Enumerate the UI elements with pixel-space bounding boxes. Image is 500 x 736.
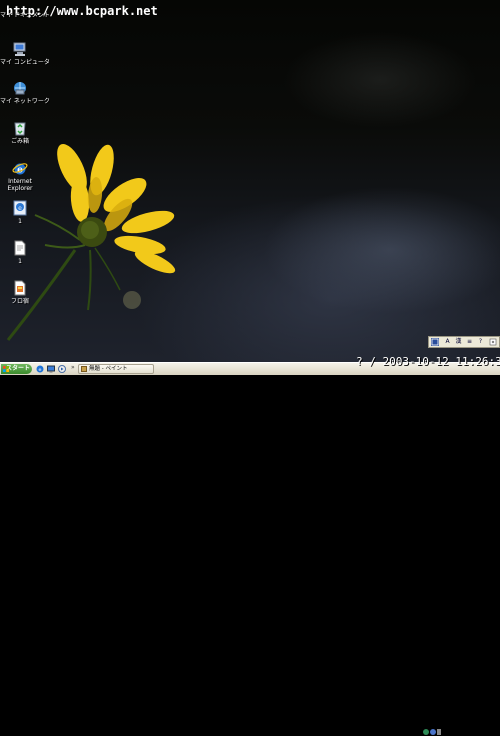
- taskbar-button-paint[interactable]: 無題 - ペイント: [78, 364, 154, 374]
- desktop-icon-recycle-bin[interactable]: ごみ箱: [0, 120, 40, 145]
- folder-file-icon: [12, 280, 28, 296]
- start-button[interactable]: スタート: [1, 364, 32, 374]
- desktop-icon-internet-explorer[interactable]: e Internet Explorer: [0, 160, 40, 192]
- recycle-bin-icon: [12, 120, 28, 136]
- desktop-icon-furo[interactable]: フロ宿: [0, 280, 40, 305]
- desktop-icon-shortcut-1[interactable]: e 1: [0, 200, 40, 225]
- ime-input-mode[interactable]: A: [443, 338, 452, 346]
- language-bar[interactable]: A 漢 ≡ ?: [428, 336, 500, 348]
- svg-text:e: e: [18, 205, 22, 212]
- desktop-icon-label: マイ ネットワーク: [0, 98, 50, 105]
- desktop-icon-label: Internet Explorer: [7, 178, 33, 192]
- desktop-icon-my-computer[interactable]: マイ コンピュータ: [0, 41, 50, 66]
- desktop-icon-label: ごみ箱: [10, 138, 29, 145]
- desktop-icon-label: フロ宿: [10, 298, 29, 305]
- internet-explorer-icon: e: [12, 160, 28, 176]
- desktop-icon-label: 1: [18, 218, 22, 225]
- svg-text:e: e: [39, 367, 42, 373]
- datetime-overlay: ? / 2003-10-12 11:26:34: [356, 355, 500, 368]
- langbar-options-icon[interactable]: [488, 338, 497, 346]
- desktop-icon-my-documents[interactable]: マイ ドキュメント: [0, 4, 50, 19]
- ime-kanji-mode[interactable]: 漢: [454, 338, 463, 346]
- my-network-icon: [12, 80, 28, 96]
- tray-icons[interactable]: [422, 728, 442, 736]
- text-file-icon: [12, 240, 28, 256]
- ime-mode-icon[interactable]: [431, 338, 439, 346]
- my-documents-icon: [12, 4, 28, 10]
- shortcut-file-icon: e: [12, 200, 28, 216]
- desktop[interactable]: http://www.bcpark.net マイ ドキュメント マイ コンピュー…: [0, 0, 500, 362]
- paint-icon: [81, 366, 87, 372]
- desktop-icon-text-1[interactable]: 1: [0, 240, 40, 265]
- desktop-icon-label: 1: [18, 258, 22, 265]
- media-quick-icon[interactable]: [58, 365, 66, 373]
- ime-help-button[interactable]: ?: [476, 338, 485, 346]
- taskbar-button-label: 無題 - ペイント: [89, 366, 128, 372]
- desktop-icon-label: マイ コンピュータ: [0, 59, 50, 66]
- desktop-icon-my-network[interactable]: マイ ネットワーク: [0, 80, 50, 105]
- desktop-quick-icon[interactable]: [47, 365, 55, 373]
- quick-launch-overflow[interactable]: »: [71, 364, 75, 371]
- my-computer-icon: [12, 41, 28, 57]
- desktop-icon-label: マイ ドキュメント: [0, 12, 50, 19]
- windows-logo-icon: [3, 366, 9, 372]
- ie-quick-icon[interactable]: e: [36, 365, 44, 373]
- start-label: スタート: [5, 365, 30, 372]
- ime-pad-button[interactable]: ≡: [465, 338, 474, 346]
